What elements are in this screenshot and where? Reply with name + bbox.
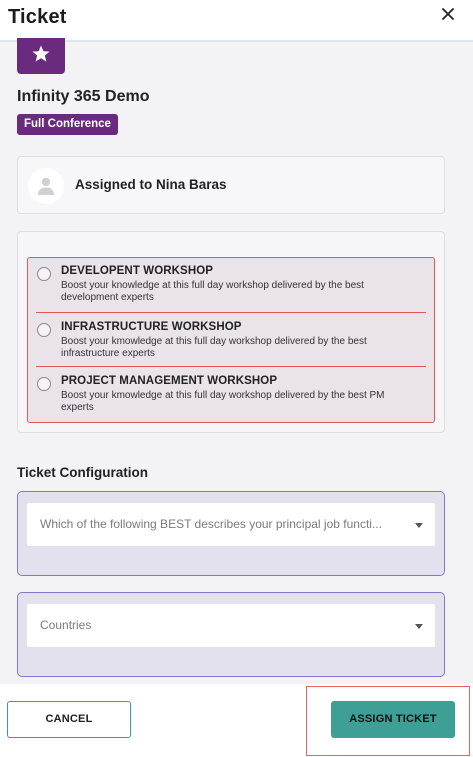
workshop-list: DEVELOPENT WORKSHOP Boost your knowledge… bbox=[27, 257, 435, 423]
workshop-title: DEVELOPENT WORKSHOP bbox=[61, 265, 214, 277]
workshop-description: Boost your kmowledge at this full day wo… bbox=[61, 390, 385, 413]
ticket-star-icon bbox=[17, 38, 65, 74]
workshop-title: INFRASTRUCTURE WORKSHOP bbox=[61, 321, 242, 333]
user-avatar-icon bbox=[28, 168, 64, 204]
chevron-down-icon bbox=[415, 624, 423, 629]
countries-select[interactable]: Countries bbox=[27, 604, 435, 647]
workshop-description: Boost your knowledge at this full day wo… bbox=[61, 280, 364, 303]
workshop-description: Boost your kmowledge at this full day wo… bbox=[61, 336, 367, 359]
modal-title: Ticket bbox=[8, 6, 67, 28]
chevron-down-icon bbox=[415, 523, 423, 528]
close-icon[interactable] bbox=[438, 4, 458, 24]
modal-header: Ticket bbox=[0, 0, 473, 42]
workshop-radio[interactable] bbox=[37, 377, 51, 391]
job-function-placeholder: Which of the following BEST describes yo… bbox=[40, 517, 382, 531]
workshop-radio[interactable] bbox=[37, 323, 51, 337]
cancel-button[interactable]: CANCEL bbox=[7, 701, 131, 738]
ticket-type-badge: Full Conference bbox=[17, 114, 118, 135]
event-name: Infinity 365 Demo bbox=[17, 88, 150, 105]
assigned-card: Assigned to Nina Baras bbox=[17, 156, 445, 214]
job-function-select[interactable]: Which of the following BEST describes yo… bbox=[27, 503, 435, 546]
workshop-title: PROJECT MANAGEMENT WORKSHOP bbox=[61, 375, 278, 387]
ticket-configuration-title: Ticket Configuration bbox=[17, 465, 149, 480]
workshop-option[interactable]: DEVELOPENT WORKSHOP Boost your knowledge… bbox=[28, 258, 433, 312]
workshop-divider bbox=[36, 366, 426, 367]
job-function-select-container: Which of the following BEST describes yo… bbox=[17, 491, 445, 576]
workshop-radio[interactable] bbox=[37, 267, 51, 281]
workshop-selection-card: DEVELOPENT WORKSHOP Boost your knowledge… bbox=[17, 231, 445, 433]
workshop-option[interactable]: PROJECT MANAGEMENT WORKSHOP Boost your k… bbox=[28, 368, 433, 422]
workshop-option[interactable]: INFRASTRUCTURE WORKSHOP Boost your kmowl… bbox=[28, 314, 433, 368]
countries-placeholder: Countries bbox=[40, 618, 92, 632]
modal-footer: CANCEL ASSIGN TICKET bbox=[0, 684, 473, 757]
assigned-to-text: Assigned to Nina Baras bbox=[75, 177, 227, 192]
assign-ticket-button[interactable]: ASSIGN TICKET bbox=[331, 701, 455, 738]
workshop-divider bbox=[36, 312, 426, 313]
countries-select-container: Countries bbox=[17, 592, 445, 677]
